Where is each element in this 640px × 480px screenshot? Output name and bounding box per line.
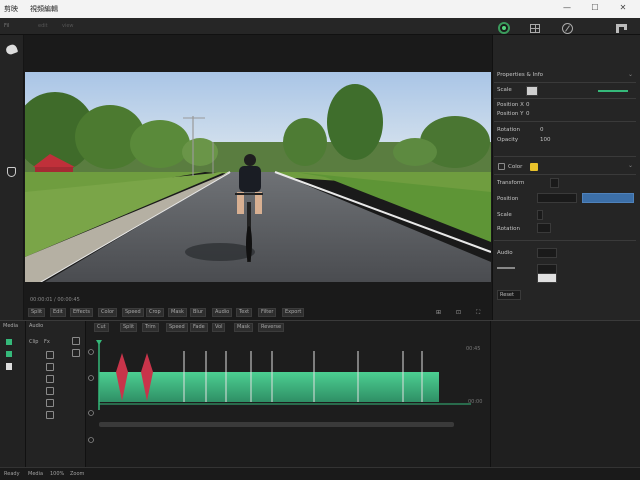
tab-media[interactable]: Media	[3, 323, 18, 329]
transform-keyframe[interactable]	[550, 178, 559, 188]
minimize-button[interactable]: —	[562, 3, 572, 13]
audio-label: Audio	[497, 250, 513, 256]
clip-box-icon[interactable]	[72, 337, 80, 345]
rotation-input[interactable]	[537, 223, 551, 233]
feather-icon[interactable]	[4, 43, 19, 56]
viewer-timecode: 00:00:01 / 00:00:45	[30, 297, 80, 303]
tool-effects[interactable]: Effects	[70, 308, 93, 317]
effect-icon[interactable]	[46, 375, 54, 383]
video-icon[interactable]	[6, 339, 12, 345]
tool-crop[interactable]: Crop	[146, 308, 164, 317]
viewer-more-icon[interactable]: ⊞	[436, 309, 441, 316]
tool-speed[interactable]: Speed	[122, 308, 144, 317]
fx-box-icon[interactable]	[72, 349, 80, 357]
viewer-toolbar: Split Edit Effects Color Speed Crop Mask…	[24, 305, 492, 320]
inspector-row-label: Position X	[497, 102, 524, 108]
tl-tab[interactable]: Trim	[142, 323, 159, 332]
tl-tab[interactable]: Speed	[166, 323, 188, 332]
inspector-collapse-icon[interactable]: ⌄	[628, 71, 633, 78]
inspector-slider[interactable]	[598, 90, 628, 92]
inspector-swatch[interactable]	[526, 86, 538, 96]
fx-label: Fx	[44, 339, 50, 345]
tl-tab[interactable]: Vol	[212, 323, 226, 332]
inspector-row-label: Position Y	[497, 111, 524, 117]
color-swatch-yellow[interactable]	[530, 163, 538, 171]
status-item: Zoom	[70, 471, 85, 477]
panel-icon[interactable]	[616, 24, 627, 33]
left-tool-strip	[0, 35, 24, 320]
position-input[interactable]	[537, 193, 577, 203]
title-bar: 剪映 視頻編輯 — ☐ ✕	[0, 0, 640, 18]
tool-color[interactable]: Color	[98, 308, 118, 317]
layers-icon[interactable]	[6, 363, 12, 370]
compass-icon[interactable]	[562, 23, 573, 34]
tool-mask[interactable]: Mask	[168, 308, 187, 317]
audio-meter	[537, 273, 557, 283]
tool-split[interactable]: Split	[28, 308, 46, 317]
tool-text[interactable]: Text	[236, 308, 253, 317]
shield-icon[interactable]	[7, 167, 16, 177]
transform-label: Transform	[497, 180, 525, 186]
inspector-row-label: Opacity	[497, 137, 519, 143]
inspector-row-value: 0	[540, 127, 544, 133]
close-button[interactable]: ✕	[618, 3, 628, 13]
viewer-fullscreen-icon[interactable]: ⛶	[476, 309, 480, 317]
inspector-header: Properties & Info	[497, 72, 543, 78]
position-y-input[interactable]	[582, 193, 634, 203]
tool-audio[interactable]: Audio	[212, 308, 233, 317]
inspector-row-label: Rotation	[497, 127, 521, 133]
color-checkbox[interactable]	[498, 163, 505, 170]
grid-icon[interactable]	[530, 24, 540, 33]
field-label: Scale	[497, 212, 512, 218]
menu-item-file[interactable]: Fil	[4, 23, 9, 29]
inspector-row-value: 100	[540, 137, 551, 143]
effect-icon[interactable]	[46, 411, 54, 419]
tl-tab[interactable]: Cut	[94, 323, 109, 332]
viewer-fit-icon[interactable]: ⊡	[456, 309, 461, 316]
record-icon[interactable]	[498, 22, 510, 34]
tool-blur[interactable]: Blur	[190, 308, 207, 317]
color-collapse-icon[interactable]: ⌄	[628, 162, 633, 169]
tl-tab[interactable]: Mask	[234, 323, 253, 332]
tab-audio[interactable]: Audio	[29, 323, 43, 329]
menu-bar: Fil edit view	[0, 18, 640, 35]
field-label: Position	[497, 196, 519, 202]
bottom-right-panel	[491, 321, 640, 467]
effect-icon[interactable]	[46, 387, 54, 395]
tl-tab[interactable]: Reverse	[258, 323, 285, 332]
field-label: Rotation	[497, 226, 521, 232]
inspector-row-value: 0	[526, 111, 530, 117]
inspector-row-label: Scale	[497, 87, 512, 93]
app-title: 剪映	[4, 5, 18, 13]
video-preview[interactable]	[25, 72, 491, 282]
scale-input[interactable]	[537, 210, 543, 220]
color-label: Color	[508, 164, 523, 170]
status-item: Ready	[4, 471, 20, 477]
effect-icon[interactable]	[46, 351, 54, 359]
tool-edit[interactable]: Edit	[50, 308, 66, 317]
maximize-button[interactable]: ☐	[590, 3, 600, 13]
tool-filter[interactable]: Filter	[258, 308, 277, 317]
menu-item-edit[interactable]: edit	[38, 23, 48, 29]
tool-export[interactable]: Export	[282, 308, 305, 317]
effect-icon[interactable]	[46, 363, 54, 371]
app-subtitle: 視頻編輯	[30, 5, 58, 13]
menu-item-view[interactable]: view	[62, 23, 74, 29]
track-tool-strip: Media	[0, 321, 26, 467]
timeline-panel: Cut Split Trim Speed Fade Vol Mask Rever…	[86, 321, 491, 467]
status-item: 100%	[50, 471, 65, 477]
reset-button[interactable]: Reset	[497, 290, 521, 300]
clip-label: Clip	[29, 339, 39, 345]
effects-tool-strip: Audio Clip Fx	[26, 321, 86, 467]
inspector-row-value: 0	[526, 102, 530, 108]
effect-icon[interactable]	[46, 399, 54, 407]
audio-icon[interactable]	[6, 351, 12, 357]
status-bar: Ready Media 100% Zoom	[0, 467, 640, 480]
audio-slider[interactable]	[497, 267, 515, 269]
audio-input[interactable]	[537, 248, 557, 258]
tl-tab[interactable]: Fade	[190, 323, 208, 332]
status-item: Media	[28, 471, 44, 477]
tl-tab[interactable]: Split	[120, 323, 138, 332]
